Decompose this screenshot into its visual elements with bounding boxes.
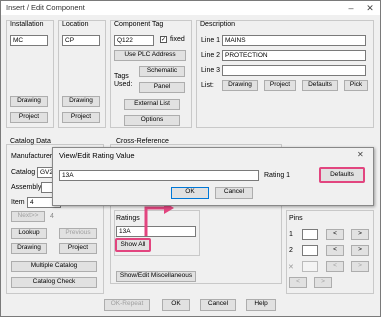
pin2-next-button[interactable]: > — [351, 245, 369, 256]
ok-repeat-button[interactable]: OK-Repeat — [104, 299, 150, 311]
description-defaults-button[interactable]: Defaults — [302, 80, 338, 91]
cancel-button[interactable]: Cancel — [200, 299, 236, 311]
pin4-next-button[interactable]: > — [314, 277, 332, 288]
view-edit-rating-dialog: View/Edit Rating Value ✕ 13A Rating 1 De… — [52, 147, 374, 206]
pin1-input[interactable] — [302, 229, 318, 240]
catalog-check-button[interactable]: Catalog Check — [11, 277, 97, 288]
title-bar: Insert / Edit Component – ✕ — [1, 1, 380, 15]
options-button[interactable]: Options — [124, 115, 180, 126]
close-window-button[interactable]: ✕ — [361, 1, 379, 15]
catalog-data-label: Catalog Data — [10, 138, 51, 145]
manufacturer-label: Manufacturer — [11, 153, 53, 160]
annotation-arrow-line — [144, 206, 166, 236]
catalog-project-button[interactable]: Project — [59, 243, 97, 254]
pins-label: Pins — [289, 215, 303, 222]
dialog-close-button[interactable]: ✕ — [357, 150, 364, 159]
catalog-label: Catalog — [11, 169, 36, 176]
next-button[interactable]: Next>> — [11, 211, 45, 222]
pin4-prev-button[interactable]: < — [289, 277, 307, 288]
location-project-button[interactable]: Project — [62, 112, 100, 123]
tags-used-label: Tags Used: — [114, 73, 133, 88]
description-project-button[interactable]: Project — [264, 80, 296, 91]
schematic-button[interactable]: Schematic — [139, 66, 185, 77]
installation-label: Installation — [10, 21, 44, 28]
show-edit-miscellaneous-button[interactable]: Show/Edit Miscellaneous — [116, 271, 196, 282]
installation-project-button[interactable]: Project — [10, 112, 48, 123]
location-drawing-button[interactable]: Drawing — [62, 96, 100, 107]
lookup-button[interactable]: Lookup — [11, 228, 47, 239]
fixed-label: fixed — [170, 36, 185, 43]
description-pick-button[interactable]: Pick — [344, 80, 368, 91]
pin1-label: 1 — [289, 231, 293, 238]
description-drawing-button[interactable]: Drawing — [222, 80, 258, 91]
panel-button[interactable]: Panel — [139, 82, 185, 93]
assembly-label: Assembly — [11, 184, 42, 191]
description-line3-input[interactable] — [222, 65, 366, 76]
window-title: Insert / Edit Component — [6, 3, 85, 12]
pin1-next-button[interactable]: > — [351, 229, 369, 240]
next-count: 4 — [50, 213, 54, 220]
description-line2-input[interactable]: PROTECTION — [222, 50, 366, 61]
pin2-input[interactable] — [302, 245, 318, 256]
dialog-title: View/Edit Rating Value — [59, 151, 135, 160]
pin-x-icon: ✕ — [288, 264, 294, 271]
component-tag-input[interactable]: Q122 — [114, 35, 154, 46]
use-plc-address-button[interactable]: Use PLC Address — [114, 50, 186, 61]
dialog-cancel-button[interactable]: Cancel — [215, 187, 253, 199]
ok-button[interactable]: OK — [162, 299, 190, 311]
location-label: Location — [62, 21, 89, 28]
installation-input[interactable]: MC — [10, 35, 48, 46]
external-list-button[interactable]: External List — [124, 99, 180, 110]
cross-reference-label: Cross-Reference — [116, 138, 169, 145]
catalog-drawing-button[interactable]: Drawing — [11, 243, 47, 254]
show-all-button[interactable]: Show All — [115, 238, 151, 252]
item-label: Item — [11, 199, 25, 206]
catalog-input[interactable]: GV2M — [37, 167, 53, 178]
component-tag-label: Component Tag — [114, 21, 164, 28]
dialog-defaults-button[interactable]: Defaults — [319, 167, 365, 183]
rating-1-label: Rating 1 — [264, 172, 291, 179]
pin3-next-button[interactable]: > — [351, 261, 369, 272]
list-label: List: — [201, 82, 214, 89]
line1-label: Line 1 — [201, 37, 221, 44]
installation-drawing-button[interactable]: Drawing — [10, 96, 48, 107]
dialog-ok-button[interactable]: OK — [171, 187, 209, 199]
minimize-button[interactable]: – — [342, 1, 360, 15]
pin2-label: 2 — [289, 247, 293, 254]
line3-label: Line 3 — [201, 67, 221, 74]
location-input[interactable]: CP — [62, 35, 100, 46]
pin3-input[interactable] — [302, 261, 318, 272]
previous-button[interactable]: Previous — [59, 228, 97, 239]
pin3-prev-button[interactable]: < — [326, 261, 344, 272]
line2-label: Line 2 — [201, 52, 221, 59]
ratings-label: Ratings — [116, 215, 140, 222]
fixed-checkbox[interactable]: ✓ — [160, 36, 167, 43]
pin1-prev-button[interactable]: < — [326, 229, 344, 240]
description-label: Description — [200, 21, 236, 28]
multiple-catalog-button[interactable]: Multiple Catalog — [11, 261, 97, 272]
help-button[interactable]: Help — [246, 299, 276, 311]
rating-value-input[interactable]: 13A — [59, 170, 259, 181]
pin2-prev-button[interactable]: < — [326, 245, 344, 256]
description-line1-input[interactable]: MAINS — [222, 35, 366, 46]
